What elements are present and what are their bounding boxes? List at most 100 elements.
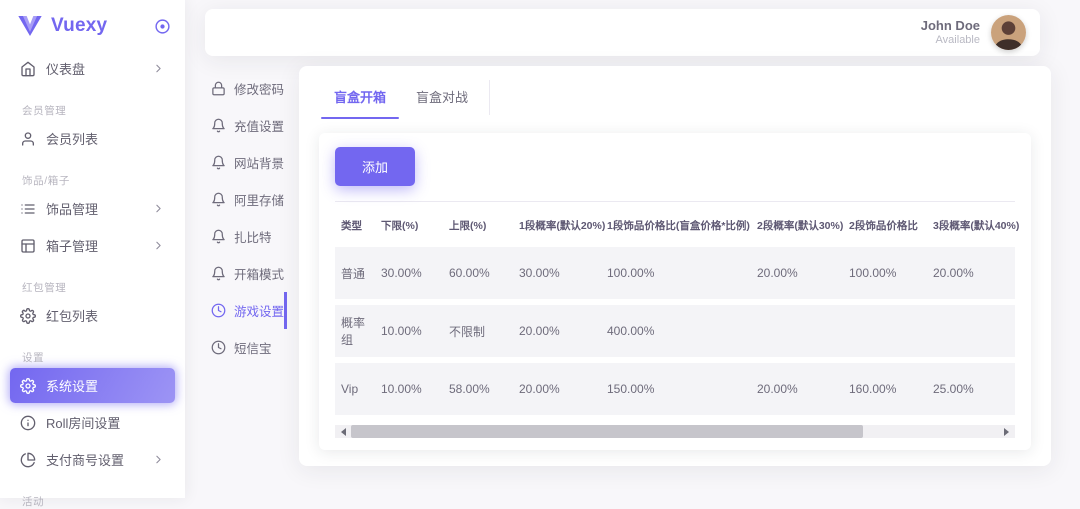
sidebar-item-label: 红包列表 [46, 306, 98, 325]
settings-nav-item-recharge-settings[interactable]: 充值设置 [205, 107, 287, 144]
table-cell: 20.00% [513, 305, 601, 357]
top-header-bar: John Doe Available [205, 9, 1040, 56]
table-cell: 普通 [335, 247, 375, 299]
table-cell: 58.00% [443, 363, 513, 415]
user-meta: John Doe Available [921, 18, 980, 48]
layout-icon [20, 238, 36, 254]
scroll-left-arrow-icon [337, 428, 346, 436]
tab-divider [489, 80, 490, 115]
home-icon [20, 61, 36, 77]
table-cell: 30.00% [375, 247, 443, 299]
table-cell [843, 305, 927, 357]
table-cell: 20.00% [751, 363, 843, 415]
scroll-right-arrow-icon [1004, 428, 1013, 436]
table-cell: 概率组 [335, 305, 375, 357]
settings-nav-item-game-settings[interactable]: 游戏设置 [205, 292, 287, 329]
settings-nav: 修改密码 充值设置 网站背景 阿里存储 扎比特 开箱模式 [205, 66, 287, 366]
bell-icon [211, 118, 226, 133]
column-header: 1段饰品价格比(盲盒价格*比例) [601, 208, 751, 241]
chevron-right-icon [152, 239, 165, 252]
table-cell: 160.00% [843, 363, 927, 415]
sidebar-section-header-settings: 设置 [22, 350, 185, 365]
scroll-left-button[interactable] [335, 425, 351, 438]
game-settings-panel: 盲盒开箱 盲盒对战 添加 [299, 66, 1051, 466]
scrollbar-track[interactable] [351, 425, 999, 438]
bell-icon [211, 155, 226, 170]
tab-blindbox-battle[interactable]: 盲盒对战 [401, 76, 483, 119]
settings-table-wrap: 类型 下限(%) 上限(%) 1段概率(默认20%) 1段饰品价格比(盲盒价格*… [335, 201, 1015, 421]
brand-name: Vuexy [51, 15, 154, 37]
table-cell: 10.00% [375, 363, 443, 415]
table-row: 普通 30.00% 60.00% 30.00% 100.00% 20.00% 1… [335, 247, 1015, 299]
sidebar-item-member-list[interactable]: 会员列表 [10, 121, 175, 156]
lock-icon [211, 81, 226, 96]
table-cell: 20.00% [927, 247, 1015, 299]
tab-blindbox-open[interactable]: 盲盒开箱 [319, 76, 401, 119]
table-cell: 10.00% [375, 305, 443, 357]
sidebar-item-redpacket-list[interactable]: 红包列表 [10, 298, 175, 333]
settings-nav-label: 网站背景 [234, 153, 284, 172]
table-cell [927, 305, 1015, 357]
sidebar-item-accessory-management[interactable]: 饰品管理 [10, 191, 175, 226]
add-button[interactable]: 添加 [335, 147, 415, 186]
sidebar-item-dashboard[interactable]: 仪表盘 [10, 51, 175, 86]
settings-nav-label: 扎比特 [234, 227, 272, 246]
chevron-right-icon [152, 453, 165, 466]
sidebar-item-label: 会员列表 [46, 129, 98, 148]
scrollbar-thumb[interactable] [351, 425, 863, 438]
tab-label: 盲盒开箱 [334, 90, 386, 105]
settings-nav-item-ali-storage[interactable]: 阿里存储 [205, 181, 287, 218]
pie-chart-icon [20, 452, 36, 468]
chevron-right-icon [152, 202, 165, 215]
sidebar-item-label: 饰品管理 [46, 199, 98, 218]
list-icon [20, 201, 36, 217]
column-header: 3段概率(默认40%) [927, 208, 1015, 241]
sidebar-item-label: 仪表盘 [46, 59, 85, 78]
bell-icon [211, 229, 226, 244]
blindbox-open-settings-card: 添加 类型 下限(%) 上限(%) 1段概率(默认20%) [319, 133, 1031, 450]
sidebar-collapse-toggle-icon[interactable] [154, 18, 171, 35]
settings-nav-item-unbox-mode[interactable]: 开箱模式 [205, 255, 287, 292]
scroll-right-button[interactable] [999, 425, 1015, 438]
sidebar-item-label: Roll房间设置 [46, 413, 120, 432]
table-cell: 20.00% [751, 247, 843, 299]
sidebar-item-label: 箱子管理 [46, 236, 98, 255]
settings-nav-item-sms[interactable]: 短信宝 [205, 329, 287, 366]
chevron-right-icon [152, 62, 165, 75]
sidebar-nav: 仪表盘 会员管理 会员列表 饰品/箱子 饰品管理 箱子管理 红包管理 红包列表 … [0, 51, 185, 509]
table-cell: 20.00% [513, 363, 601, 415]
bell-icon [211, 266, 226, 281]
settings-nav-item-change-password[interactable]: 修改密码 [205, 70, 287, 107]
settings-nav-label: 修改密码 [234, 79, 284, 98]
table-cell: 60.00% [443, 247, 513, 299]
user-name: John Doe [921, 18, 980, 34]
gear-icon [20, 378, 36, 394]
settings-nav-label: 短信宝 [234, 338, 272, 357]
horizontal-scrollbar[interactable] [335, 425, 1015, 438]
sidebar-item-system-settings[interactable]: 系统设置 [10, 368, 175, 403]
sidebar-item-box-management[interactable]: 箱子管理 [10, 228, 175, 263]
sidebar-item-label: 系统设置 [46, 376, 98, 395]
sidebar-section-header-members: 会员管理 [22, 103, 185, 118]
sidebar-section-header-activities: 活动 [22, 494, 185, 509]
sidebar-item-label: 支付商号设置 [46, 450, 124, 469]
sidebar-item-roll-room-settings[interactable]: Roll房间设置 [10, 405, 175, 440]
content-area: John Doe Available 修改密码 充值设置 网站背景 [185, 0, 1080, 498]
probability-table: 类型 下限(%) 上限(%) 1段概率(默认20%) 1段饰品价格比(盲盒价格*… [335, 202, 1015, 421]
table-cell: 100.00% [601, 247, 751, 299]
table-row: Vip 10.00% 58.00% 20.00% 150.00% 20.00% … [335, 363, 1015, 415]
column-header: 1段概率(默认20%) [513, 208, 601, 241]
table-cell: 30.00% [513, 247, 601, 299]
tab-label: 盲盒对战 [416, 90, 468, 105]
user-avatar[interactable] [991, 15, 1026, 50]
settings-nav-item-site-background[interactable]: 网站背景 [205, 144, 287, 181]
sidebar-item-payment-merchant-settings[interactable]: 支付商号设置 [10, 442, 175, 477]
info-icon [20, 415, 36, 431]
table-cell [751, 305, 843, 357]
brand-header: Vuexy [0, 0, 185, 49]
sidebar-section-header-redpacket: 红包管理 [22, 280, 185, 295]
settings-nav-label: 充值设置 [234, 116, 284, 135]
gear-icon [20, 308, 36, 324]
settings-nav-item-zhabite[interactable]: 扎比特 [205, 218, 287, 255]
column-header: 2段饰品价格比 [843, 208, 927, 241]
